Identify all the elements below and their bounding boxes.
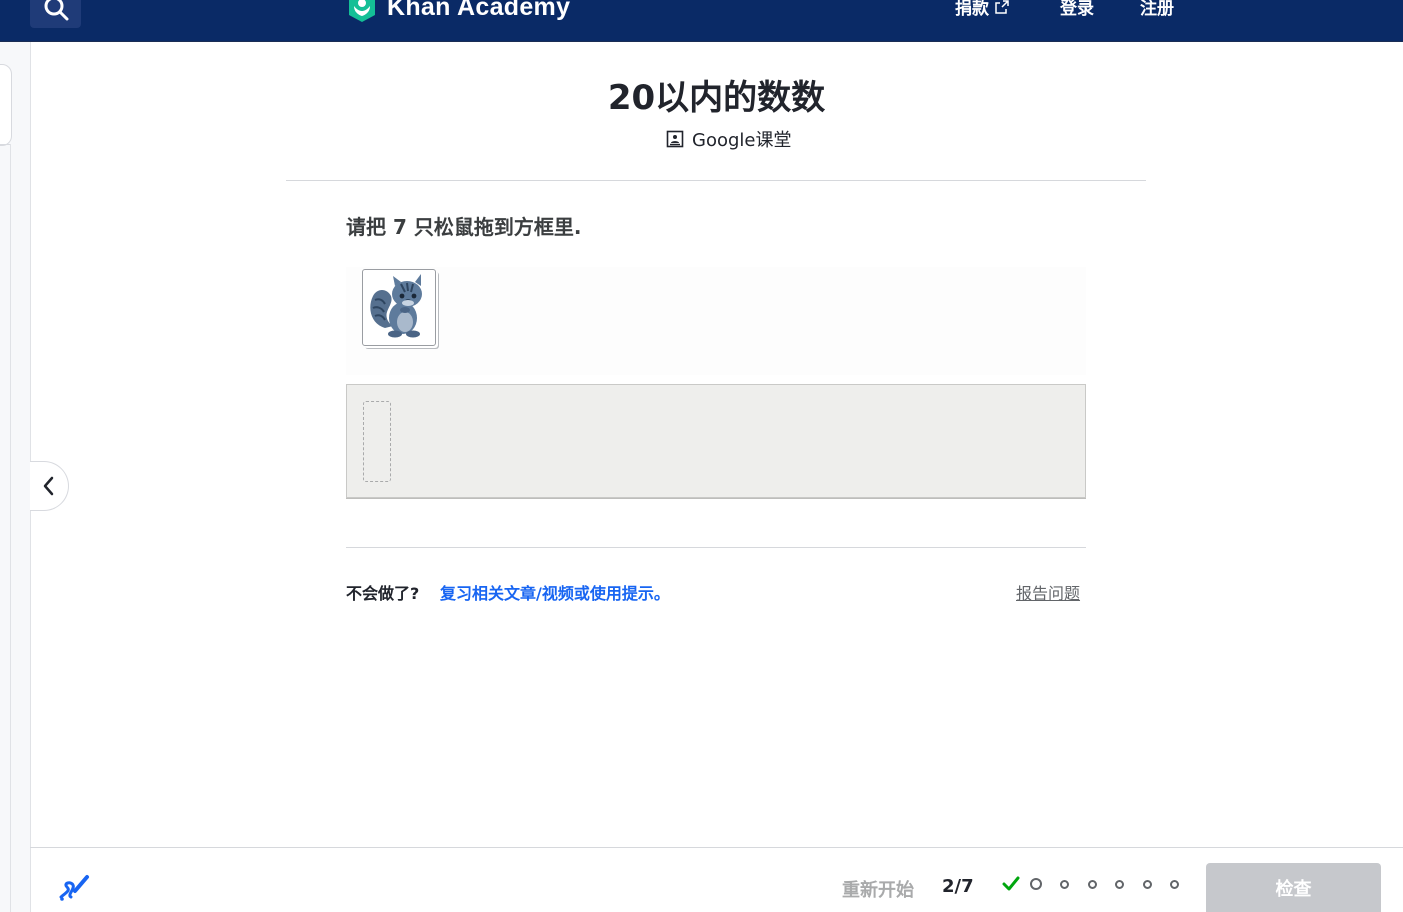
donate-link[interactable]: 捐款 bbox=[955, 0, 1009, 19]
drop-target-box[interactable] bbox=[346, 384, 1086, 498]
top-nav-bar: Khan Academy 捐款 登录 注册 bbox=[0, 0, 1403, 42]
drop-slot-placeholder bbox=[363, 401, 391, 482]
khan-logo-icon bbox=[349, 0, 375, 22]
divider bbox=[0, 144, 10, 145]
chevron-left-icon bbox=[43, 476, 54, 496]
draggable-tray bbox=[346, 267, 1086, 375]
search-icon bbox=[44, 0, 69, 21]
search-button[interactable] bbox=[30, 0, 81, 28]
progress-dot bbox=[1170, 879, 1179, 889]
progress-dot bbox=[1115, 879, 1124, 889]
scratchpad-button[interactable] bbox=[57, 869, 91, 907]
stuck-label: 不会做了? bbox=[346, 584, 420, 603]
progress-counter: 2/7 bbox=[942, 876, 974, 897]
logo-text: Khan Academy bbox=[387, 0, 571, 21]
report-problem-link[interactable]: 报告问题 bbox=[1016, 580, 1080, 604]
external-link-icon bbox=[995, 0, 1009, 14]
page-title: 20以内的数数 bbox=[607, 78, 826, 118]
divider bbox=[346, 547, 1086, 548]
question-prompt: 请把 7 只松鼠拖到方框里. bbox=[346, 215, 582, 239]
restart-button[interactable]: 重新开始 bbox=[842, 876, 914, 902]
hint-link[interactable]: 复习相关文章/视频或使用提示。 bbox=[440, 580, 670, 604]
divider bbox=[30, 847, 1403, 848]
squirrel-icon bbox=[370, 274, 422, 338]
google-classroom-icon bbox=[666, 130, 684, 148]
sidebar-toggle-button[interactable] bbox=[30, 461, 69, 511]
login-link[interactable]: 登录 bbox=[1060, 0, 1094, 19]
draggable-squirrel-stack[interactable] bbox=[362, 269, 436, 346]
check-answer-button[interactable]: 检查 bbox=[1206, 863, 1381, 912]
progress-dot bbox=[1142, 879, 1152, 889]
signup-link[interactable]: 注册 bbox=[1140, 0, 1174, 19]
left-sidebar-collapsed bbox=[0, 42, 31, 912]
divider bbox=[286, 180, 1146, 181]
progress-dots bbox=[1002, 876, 1198, 892]
classroom-label: Google课堂 bbox=[692, 130, 792, 151]
check-icon bbox=[1002, 876, 1020, 891]
progress-dot bbox=[1087, 879, 1097, 889]
divider bbox=[10, 144, 11, 912]
progress-dot bbox=[1060, 879, 1069, 889]
pencil-scribble-icon bbox=[59, 875, 89, 901]
donate-label: 捐款 bbox=[955, 0, 989, 19]
khan-academy-logo[interactable]: Khan Academy bbox=[345, 0, 570, 24]
progress-dot-current bbox=[1030, 878, 1042, 890]
google-classroom-button[interactable]: Google课堂 bbox=[666, 126, 791, 152]
